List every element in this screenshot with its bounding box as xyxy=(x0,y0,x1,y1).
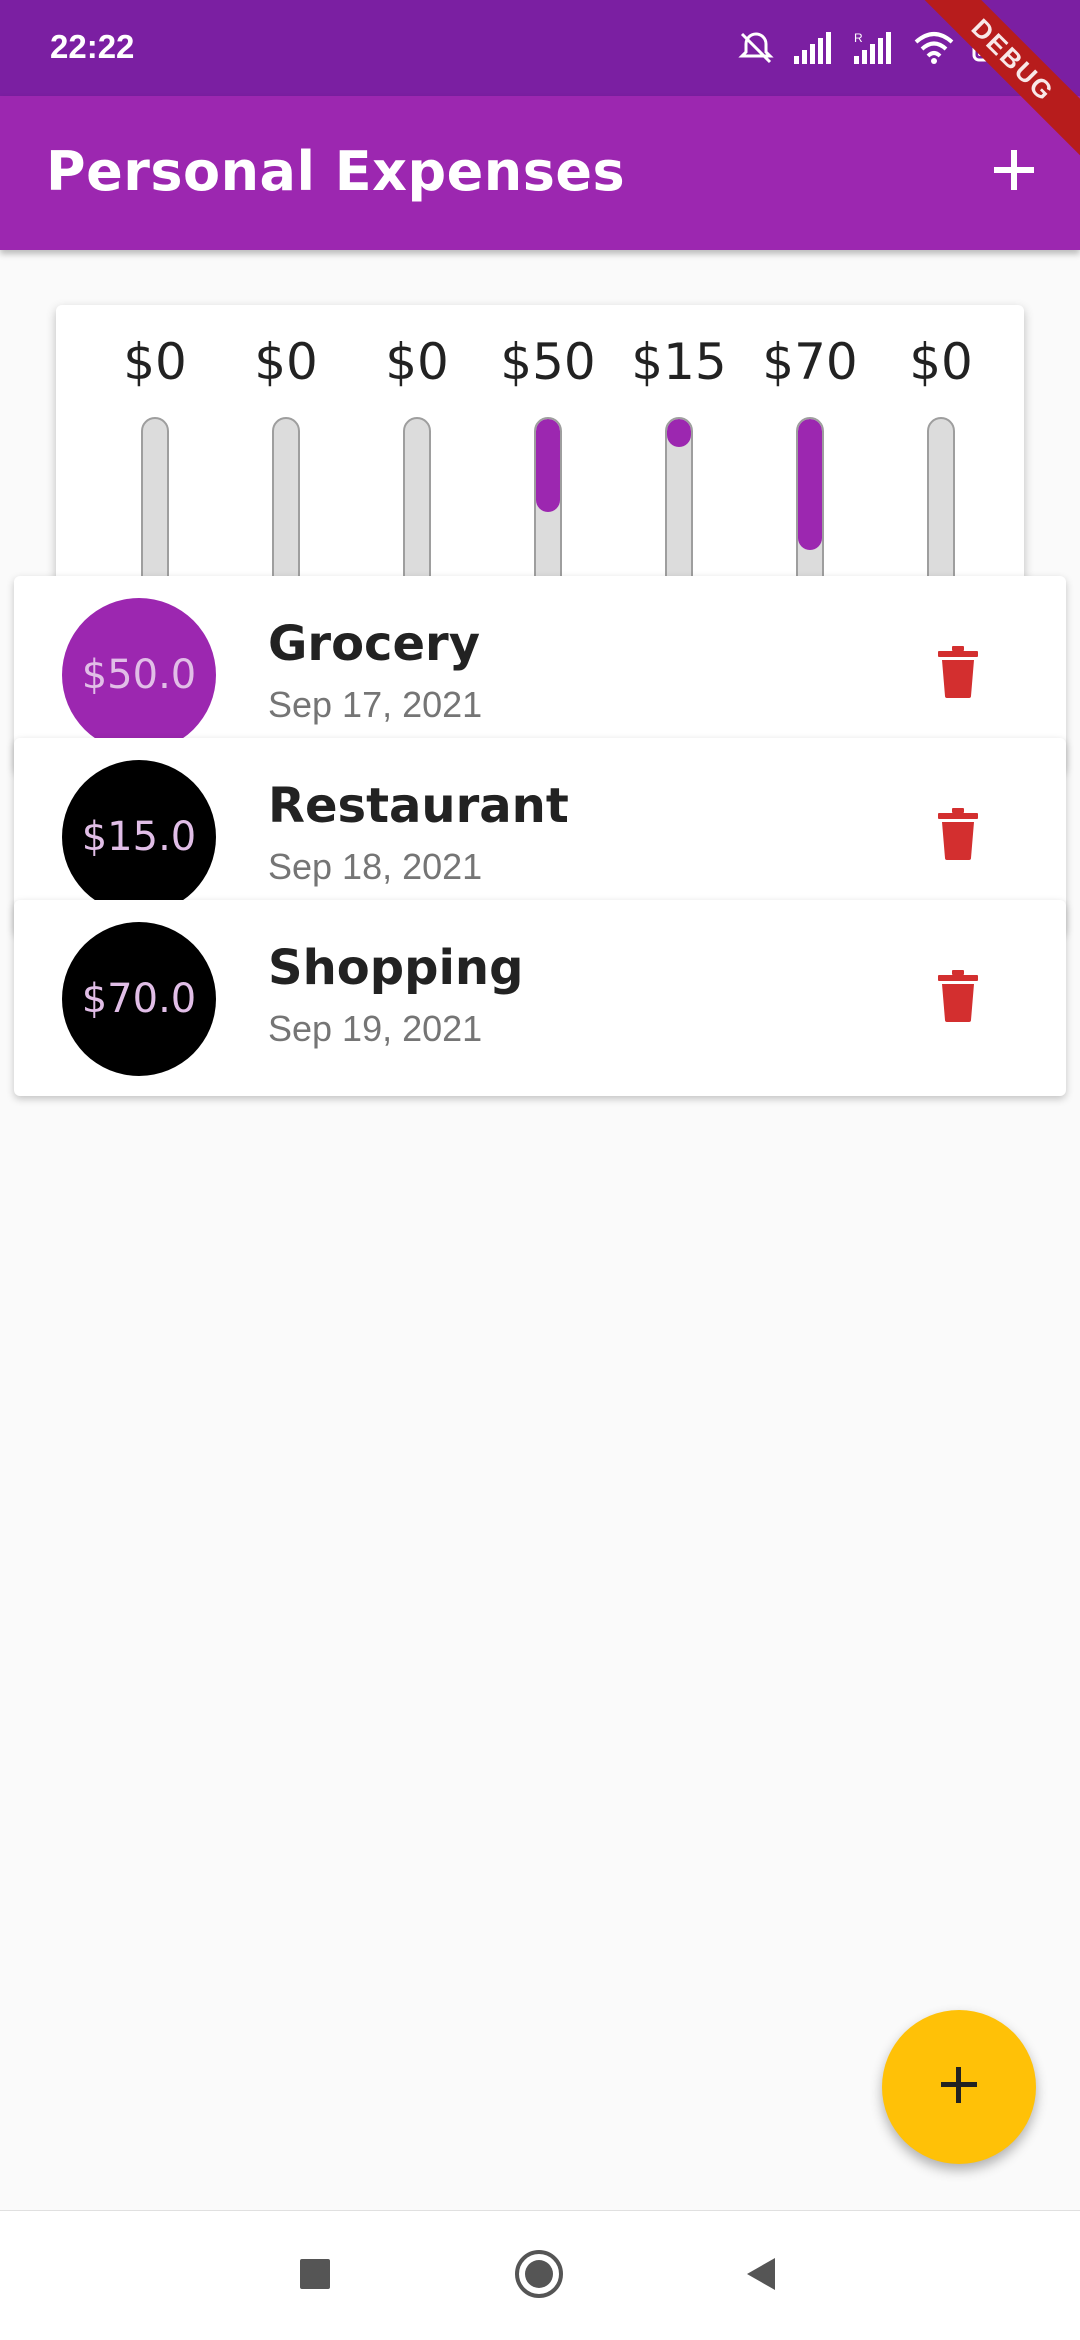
wifi-icon xyxy=(912,30,956,66)
app-bar: Personal Expenses xyxy=(0,96,1080,250)
system-nav-bar xyxy=(0,2210,1080,2340)
chart-day-amount: $0 xyxy=(254,333,318,391)
transaction-title: Restaurant xyxy=(268,778,569,834)
transaction-date: Sep 18, 2021 xyxy=(268,846,483,887)
trash-icon xyxy=(938,807,978,865)
home-button[interactable] xyxy=(504,2241,574,2311)
amount-avatar: $15.0 xyxy=(62,760,216,914)
recents-button[interactable] xyxy=(280,2241,350,2311)
signal-icon xyxy=(792,30,836,66)
square-icon xyxy=(298,2257,332,2296)
chart-day-amount: $70 xyxy=(762,333,858,391)
alarm-off-icon xyxy=(736,28,776,68)
delete-button[interactable] xyxy=(934,645,982,703)
status-time: 22:22 xyxy=(50,28,135,65)
transaction-date: Sep 19, 2021 xyxy=(268,1008,483,1049)
transaction-date: Sep 17, 2021 xyxy=(268,684,483,725)
page-title: Personal Expenses xyxy=(46,140,626,203)
plus-icon xyxy=(992,148,1036,197)
circle-icon xyxy=(513,2248,565,2305)
transaction-title: Grocery xyxy=(268,616,481,672)
add-transaction-button[interactable] xyxy=(978,136,1050,208)
plus-icon xyxy=(937,2063,981,2112)
chart-day-amount: $0 xyxy=(909,333,973,391)
signal-roaming-icon: R xyxy=(852,30,896,66)
add-transaction-fab[interactable] xyxy=(882,2010,1036,2164)
svg-text:R: R xyxy=(854,31,863,45)
chart-bar-fill xyxy=(667,419,691,447)
chart-day-amount: $15 xyxy=(631,333,727,391)
chart-day-amount: $0 xyxy=(385,333,449,391)
chart-bar-fill xyxy=(798,419,822,551)
delete-button[interactable] xyxy=(934,807,982,865)
amount-avatar: $50.0 xyxy=(62,598,216,752)
delete-button[interactable] xyxy=(934,969,982,1027)
trash-icon xyxy=(938,969,978,1027)
transaction-card: $70.0 Shopping Sep 19, 2021 xyxy=(14,900,1066,1096)
chart-bar-fill xyxy=(536,419,560,513)
amount-avatar: $70.0 xyxy=(62,922,216,1076)
transaction-title: Shopping xyxy=(268,940,524,996)
status-bar: 22:22 R xyxy=(0,0,1080,96)
chart-day-amount: $50 xyxy=(500,333,596,391)
back-button[interactable] xyxy=(726,2241,796,2311)
chart-day-amount: $0 xyxy=(123,333,187,391)
triangle-back-icon xyxy=(741,2254,781,2299)
trash-icon xyxy=(938,645,978,703)
